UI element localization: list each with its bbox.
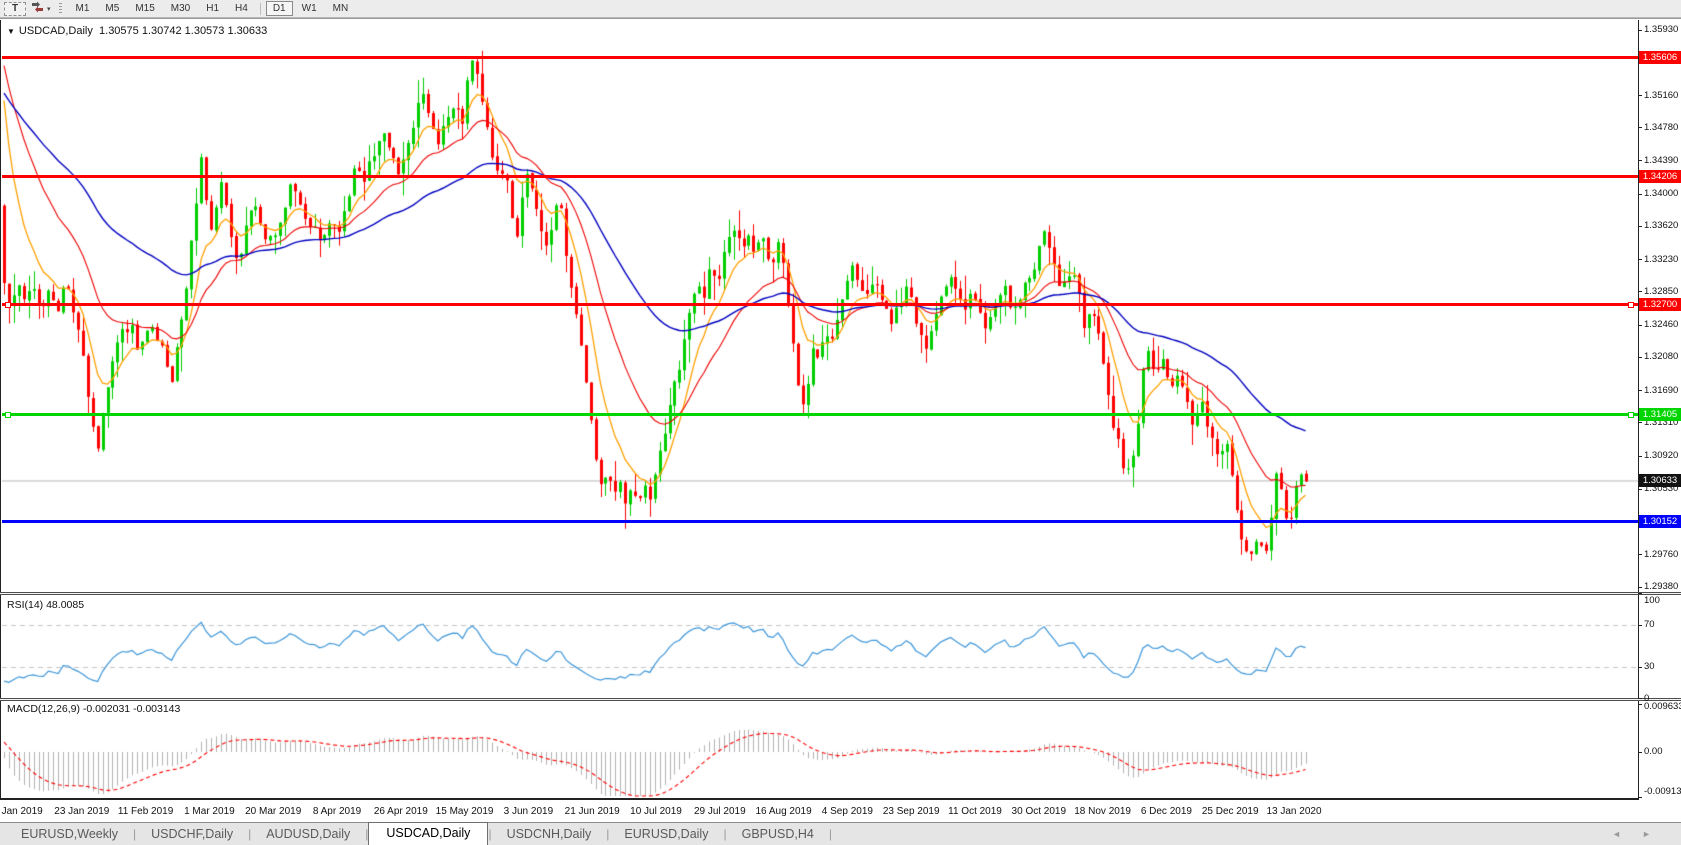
mt4-window: T ▾ M1M5M15M30H1H4 D1W1MN ▼ USDCAD,Daily 1… <box>0 0 1681 845</box>
price-tick-label: 1.32460 <box>1644 319 1681 330</box>
chart-left-border <box>0 20 1 798</box>
timeframe-d1-button[interactable]: D1 <box>266 1 293 16</box>
toolbar: T ▾ M1M5M15M30H1H4 D1W1MN <box>0 0 1681 18</box>
timeframe-m1-button[interactable]: M1 <box>69 1 97 16</box>
price-tick-label: 1.34390 <box>1644 155 1681 166</box>
price-hline[interactable] <box>2 520 1638 523</box>
rsi-tick-mark <box>1638 698 1642 699</box>
price-tick-mark <box>1638 30 1642 31</box>
tab-eurusd-daily[interactable]: EURUSD,Daily <box>609 824 723 845</box>
price-tick-label: 1.32080 <box>1644 351 1681 362</box>
price-tick-label: 1.34000 <box>1644 188 1681 199</box>
price-tick-mark <box>1638 554 1642 555</box>
macd-tick-mark <box>1638 797 1642 798</box>
price-tick-mark <box>1638 259 1642 260</box>
hline-handle[interactable] <box>1628 302 1634 308</box>
sort-arrows-icon <box>30 1 45 17</box>
timeframe-mn-button[interactable]: MN <box>326 1 356 16</box>
macd-tick-mark <box>1638 704 1642 705</box>
tab-audusd-daily[interactable]: AUDUSD,Daily <box>251 824 365 845</box>
price-hline-label: 1.35606 <box>1639 51 1681 64</box>
price-tick-mark <box>1638 95 1642 96</box>
rsi-tick-mark <box>1638 593 1642 594</box>
price-tick-mark <box>1638 194 1642 195</box>
price-tick-label: 1.32850 <box>1644 286 1681 297</box>
price-tick-mark <box>1638 325 1642 326</box>
rsi-tick-mark <box>1638 667 1642 668</box>
price-tick-label: 1.34780 <box>1644 122 1681 133</box>
timeframe-m15-button[interactable]: M15 <box>128 1 161 16</box>
rsi-tick-mark <box>1638 625 1642 626</box>
price-tick-label: 1.29760 <box>1644 549 1681 560</box>
hline-handle[interactable] <box>1628 412 1634 418</box>
price-hline[interactable] <box>2 56 1638 59</box>
macd-tick-mark <box>1638 752 1642 753</box>
rsi-level-label: 70 <box>1644 619 1681 630</box>
rsi-label: RSI(14) 48.0085 <box>7 599 84 611</box>
price-tick-mark <box>1638 357 1642 358</box>
macd-axis-label: -0.009134 <box>1644 786 1681 797</box>
price-tick-mark <box>1638 226 1642 227</box>
price-tick-label: 1.35160 <box>1644 90 1681 101</box>
timeframe-h1-button[interactable]: H1 <box>199 1 226 16</box>
toolbar-grip[interactable] <box>59 3 62 15</box>
timeframe-m30-button[interactable]: M30 <box>164 1 197 16</box>
timeframe-w1-button[interactable]: W1 <box>295 1 324 16</box>
rsi-level-label: 100 <box>1644 595 1681 606</box>
price-hline-label: 1.30152 <box>1639 515 1681 528</box>
price-hline[interactable] <box>2 303 1638 306</box>
current-price-label: 1.30633 <box>1639 474 1681 487</box>
timeframe-group: M1M5M15M30H1H4 D1W1MN <box>68 1 357 16</box>
macd-axis-label: 0.00 <box>1644 746 1681 757</box>
date-axis: 4 Jan 201923 Jan 201911 Feb 20191 Mar 20… <box>0 800 1681 822</box>
chart-title: ▼ USDCAD,Daily 1.30575 1.30742 1.30573 1.… <box>7 25 267 37</box>
text-tool-button[interactable]: T <box>4 2 26 16</box>
macd-axis-label: 0.009633 <box>1644 701 1681 712</box>
macd-label: MACD(12,26,9) -0.002031 -0.003143 <box>7 703 180 715</box>
timeframe-m5-button[interactable]: M5 <box>98 1 126 16</box>
price-tick-label: 1.33620 <box>1644 220 1681 231</box>
price-tick-mark <box>1638 127 1642 128</box>
tab-scroll-left-icon[interactable]: ◄ <box>1612 829 1621 839</box>
price-tick-label: 1.30920 <box>1644 450 1681 461</box>
hline-handle[interactable] <box>5 302 11 308</box>
price-tick-mark <box>1638 390 1642 391</box>
price-tick-label: 1.35930 <box>1644 24 1681 35</box>
tab-usdchf-daily[interactable]: USDCHF,Daily <box>136 824 248 845</box>
chart-symbol: USDCAD,Daily <box>19 25 93 37</box>
chart-tabbar: EURUSD,Weekly|USDCHF,Daily|AUDUSD,Daily|… <box>0 822 1681 845</box>
price-tick-label: 1.33230 <box>1644 254 1681 265</box>
chevron-down-icon[interactable]: ▾ <box>47 5 51 13</box>
price-hline[interactable] <box>2 175 1638 178</box>
price-tick-mark <box>1638 587 1642 588</box>
rsi-canvas[interactable] <box>2 595 1638 698</box>
symbol-dropdown-icon[interactable]: ▼ <box>7 27 15 36</box>
timeframe-h4-button[interactable]: H4 <box>228 1 255 16</box>
tab-gbpusd-h4[interactable]: GBPUSD,H4 <box>727 824 829 845</box>
price-tick-mark <box>1638 422 1642 423</box>
price-hline[interactable] <box>2 413 1638 416</box>
price-tick-label: 1.31690 <box>1644 385 1681 396</box>
tab-eurusd-weekly[interactable]: EURUSD,Weekly <box>6 824 133 845</box>
date-tick-label: 13 Jan 2020 <box>1254 806 1334 817</box>
price-tick-mark <box>1638 489 1642 490</box>
tab-usdcad-daily[interactable]: USDCAD,Daily <box>368 822 488 845</box>
price-hline-label: 1.31405 <box>1639 408 1681 421</box>
tab-scroll-right-icon[interactable]: ► <box>1642 829 1651 839</box>
price-hline-label: 1.32700 <box>1639 298 1681 311</box>
rsi-level-label: 30 <box>1644 661 1681 672</box>
price-hline-label: 1.34206 <box>1639 170 1681 183</box>
tab-separator: | <box>829 827 832 845</box>
chart-ohlc: 1.30575 1.30742 1.30573 1.30633 <box>99 25 267 37</box>
price-tick-mark <box>1638 291 1642 292</box>
macd-canvas[interactable] <box>2 701 1638 798</box>
tab-usdcnh-daily[interactable]: USDCNH,Daily <box>492 824 607 845</box>
price-tick-label: 1.29380 <box>1644 581 1681 592</box>
hline-handle[interactable] <box>5 412 11 418</box>
toolbar-separator <box>260 3 261 15</box>
price-tick-mark <box>1638 160 1642 161</box>
arrange-arrows-button[interactable]: ▾ <box>30 2 51 16</box>
price-tick-mark <box>1638 456 1642 457</box>
